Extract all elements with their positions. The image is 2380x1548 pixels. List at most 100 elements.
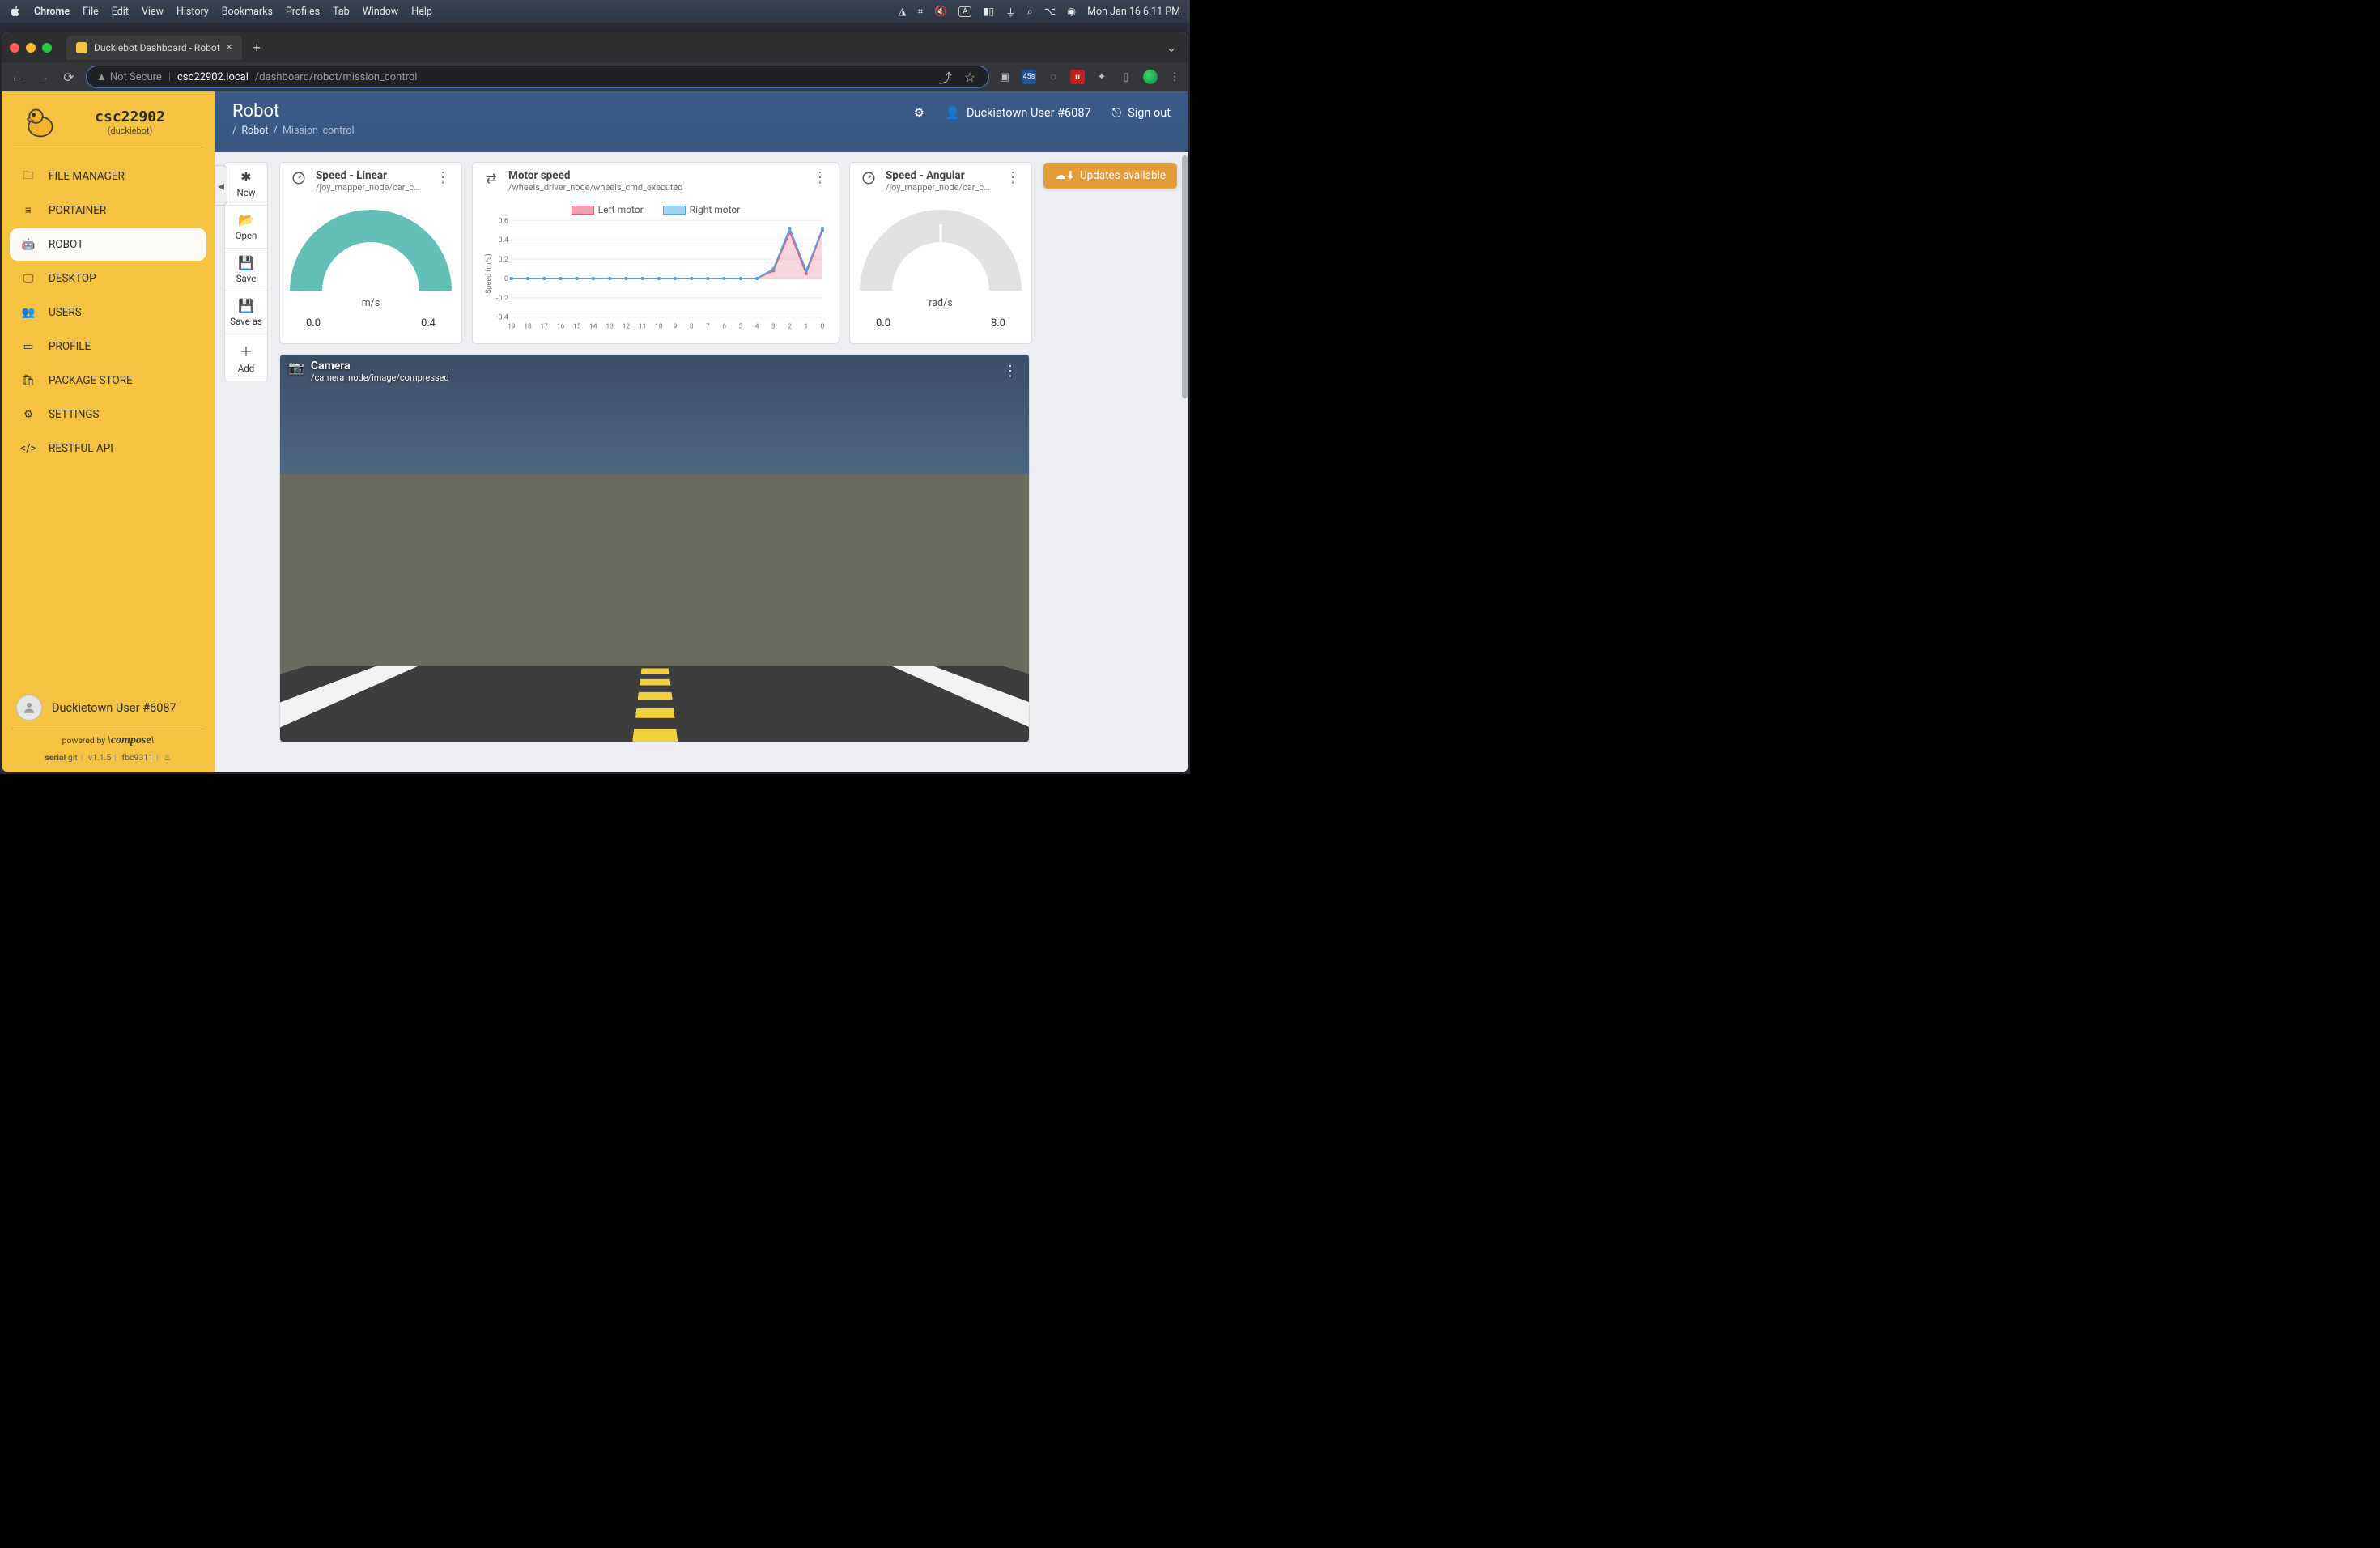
card-camera: 📷 Camera /camera_node/image/compressed ⋮ xyxy=(279,354,1030,742)
breadcrumb: / Robot / Mission_control xyxy=(232,125,355,137)
menubar-item[interactable]: Window xyxy=(363,6,399,18)
kebab-menu-button[interactable]: ⋮ xyxy=(1167,70,1182,84)
control-center-icon[interactable]: ⌥ xyxy=(1044,5,1056,18)
sidebar-item-profile[interactable]: ▭PROFILE xyxy=(10,330,206,363)
sidebar-item-users[interactable]: 👥USERS xyxy=(10,296,206,329)
gauge-icon xyxy=(290,169,308,187)
toolbar-label: Add xyxy=(238,363,254,374)
sidebar-item-label: USERS xyxy=(49,306,82,319)
menubar-item[interactable]: Edit xyxy=(112,6,129,18)
sidebar-item-settings[interactable]: ⚙SETTINGS xyxy=(10,398,206,431)
tab-title: Duckiebot Dashboard - Robot xyxy=(94,42,220,53)
header-user[interactable]: 👤Duckietown User #6087 xyxy=(946,106,1091,120)
tab-close-button[interactable]: × xyxy=(227,41,232,53)
sidebar-item-restful-api[interactable]: </>RESTFUL API xyxy=(10,432,206,465)
svg-text:0.2: 0.2 xyxy=(498,256,508,264)
footer-commit: fbc9311 xyxy=(122,752,154,763)
toolbar-saveas-button[interactable]: 💾 Save as xyxy=(225,291,267,334)
save-icon: 💾 xyxy=(238,255,254,270)
menubar-item[interactable]: View xyxy=(142,6,164,18)
svg-text:15: 15 xyxy=(573,323,581,330)
gauge-unit: rad/s xyxy=(929,297,952,309)
svg-text:-0.4: -0.4 xyxy=(496,314,508,322)
extension-icon[interactable]: ▣ xyxy=(997,70,1012,84)
sidebar-item-package-store[interactable]: 🛍PACKAGE STORE xyxy=(10,364,206,397)
save-as-icon: 💾 xyxy=(238,298,254,313)
toolbar-save-button[interactable]: 💾 Save xyxy=(225,249,267,291)
extensions-button[interactable]: ✦ xyxy=(1094,70,1109,84)
brand-name: csc22902 xyxy=(95,108,165,125)
extension-icon[interactable]: ◌ xyxy=(1046,70,1060,84)
sidebar-item-robot[interactable]: 🤖ROBOT xyxy=(10,228,206,261)
toolbar-add-button[interactable]: ＋Add xyxy=(225,334,267,381)
updates-available-button[interactable]: ☁⬇ Updates available xyxy=(1043,163,1177,189)
security-indicator[interactable]: ▲ Not Secure xyxy=(96,70,162,83)
sidebar-item-file-manager[interactable]: 🗀FILE MANAGER xyxy=(10,160,206,193)
toolbar-label: Save as xyxy=(230,316,262,327)
sidebar-collapse-button[interactable]: ◂ xyxy=(215,165,227,206)
card-title: Camera xyxy=(311,359,449,372)
forward-button[interactable]: → xyxy=(34,68,52,86)
header-settings-button[interactable]: ⚙ xyxy=(914,106,924,120)
menubar-item[interactable]: Help xyxy=(411,6,432,18)
card-menu-button[interactable]: ⋮ xyxy=(811,169,829,186)
share-button[interactable]: ⤴ xyxy=(937,68,954,86)
docker-icon[interactable]: ⌗ xyxy=(917,6,923,18)
card-topic: /camera_node/image/compressed xyxy=(311,372,449,383)
breadcrumb-link[interactable]: Robot xyxy=(241,125,268,137)
mute-icon[interactable]: 🔇 xyxy=(934,6,947,18)
scrollbar[interactable] xyxy=(1180,152,1188,772)
menubar-item[interactable]: Bookmarks xyxy=(222,6,273,18)
toolbar-new-button[interactable]: ✱New xyxy=(225,163,267,206)
card-menu-button[interactable]: ⋮ xyxy=(1004,169,1022,186)
signout-button[interactable]: ⎋Sign out xyxy=(1112,106,1171,120)
card-menu-button[interactable]: ⋮ xyxy=(434,169,452,186)
new-tab-button[interactable]: + xyxy=(249,40,266,55)
sidebar-user[interactable]: Duckietown User #6087 xyxy=(2,687,215,729)
menubar-item[interactable]: Tab xyxy=(333,6,350,18)
menubar-clock[interactable]: Mon Jan 16 6:11 PM xyxy=(1087,6,1180,18)
gauge-icon xyxy=(860,169,878,187)
scrollbar-thumb[interactable] xyxy=(1182,155,1188,398)
sidepanel-button[interactable]: ▯ xyxy=(1119,70,1133,84)
sidebar-item-portainer[interactable]: ≡PORTAINER xyxy=(10,194,206,227)
toolbar-label: Save xyxy=(236,273,257,284)
menubar-item[interactable]: History xyxy=(176,6,209,18)
wifi-icon[interactable]: ⏚ xyxy=(1005,4,1016,19)
search-icon[interactable]: ⌕ xyxy=(1027,6,1033,18)
card-menu-button[interactable]: ⋮ xyxy=(1003,363,1018,380)
menubar-item[interactable]: Profiles xyxy=(286,6,320,18)
cloud-download-icon: ☁⬇ xyxy=(1055,169,1075,182)
svg-text:6: 6 xyxy=(722,323,726,330)
menubar-app-name[interactable]: Chrome xyxy=(34,6,70,18)
address-bar[interactable]: ▲ Not Secure | csc22902.local/dashboard/… xyxy=(86,66,989,88)
browser-tab[interactable]: Duckiebot Dashboard - Robot × xyxy=(66,36,242,60)
maximize-window-button[interactable] xyxy=(42,43,52,53)
reload-button[interactable]: ⟳ xyxy=(60,68,78,86)
close-window-button[interactable] xyxy=(10,43,19,53)
minimize-window-button[interactable] xyxy=(26,43,36,53)
ublock-icon[interactable]: u xyxy=(1070,70,1085,84)
main-panel: Robot / Robot / Mission_control ⚙ 👤Ducki… xyxy=(215,91,1188,772)
toolbar-open-button[interactable]: 📂Open xyxy=(225,206,267,249)
svg-text:8: 8 xyxy=(690,323,694,330)
sidebar-item-desktop[interactable]: 🖵DESKTOP xyxy=(10,262,206,295)
keyboard-icon[interactable]: A xyxy=(958,6,972,17)
tab-overflow-button[interactable]: ⌄ xyxy=(1162,39,1180,57)
status-icon[interactable]: ◮ xyxy=(899,5,907,18)
battery-icon[interactable]: ▮▯ xyxy=(983,5,994,18)
siri-icon[interactable]: ◉ xyxy=(1067,5,1076,18)
profile-avatar-icon[interactable] xyxy=(1143,70,1158,84)
svg-text:16: 16 xyxy=(557,323,565,330)
card-title: Speed - Angular xyxy=(886,169,996,182)
svg-text:0: 0 xyxy=(821,323,825,330)
svg-text:2: 2 xyxy=(788,323,792,330)
menubar-item[interactable]: File xyxy=(83,6,99,18)
back-button[interactable]: ← xyxy=(8,68,26,86)
sidebar-item-label: FILE MANAGER xyxy=(49,170,125,183)
extension-badge-icon[interactable]: 45s xyxy=(1022,70,1036,84)
svg-text:10: 10 xyxy=(655,323,663,330)
toolbar-label: Open xyxy=(236,230,257,241)
window-controls[interactable] xyxy=(10,43,52,53)
bookmark-button[interactable]: ☆ xyxy=(961,68,979,86)
